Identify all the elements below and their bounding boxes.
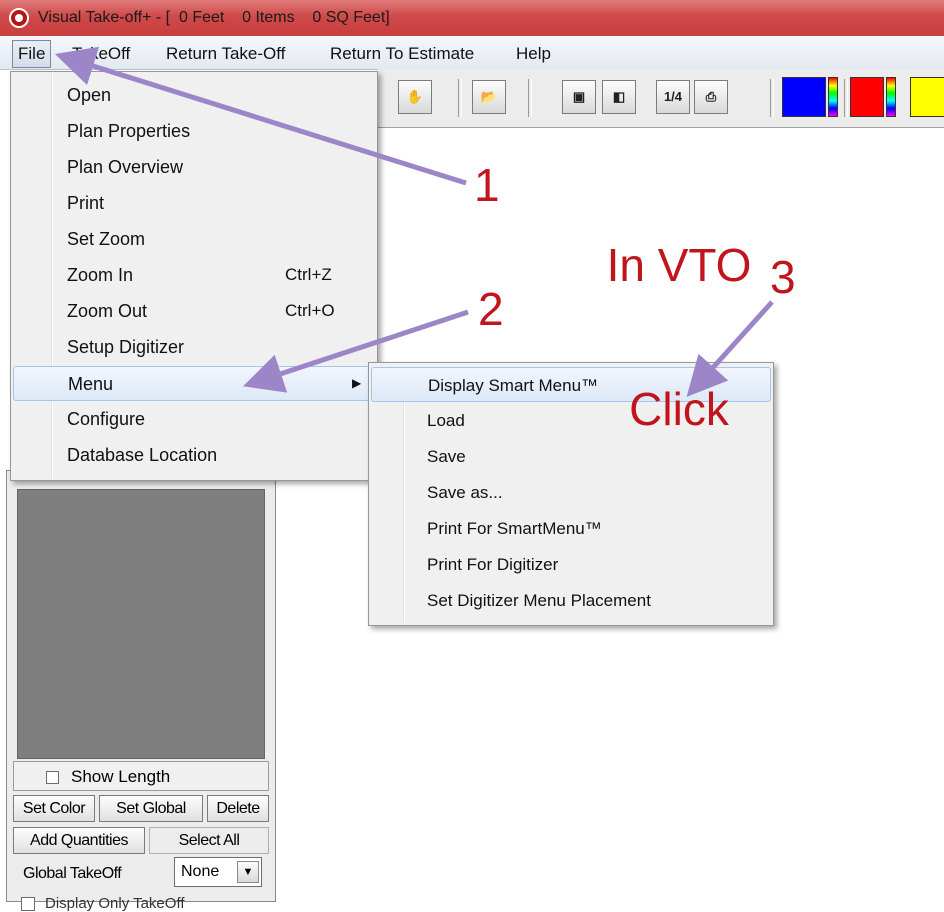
display-only-takeoff-checkbox[interactable] bbox=[21, 897, 35, 912]
menu-item-label: Print For Digitizer bbox=[427, 555, 559, 574]
menu-item-shortcut: Ctrl+Z bbox=[285, 265, 332, 284]
app-logo-icon bbox=[9, 8, 29, 28]
add-quantities-button[interactable]: Add Quantities bbox=[13, 827, 145, 854]
toolbar-separator bbox=[844, 79, 848, 117]
show-length-row: Show Length bbox=[13, 761, 269, 791]
blue-color-swatch[interactable] bbox=[782, 77, 826, 117]
scale-icon[interactable]: 1/4 bbox=[656, 80, 690, 114]
menu-item-label: Open bbox=[67, 85, 112, 105]
annotation-heading-line2: Click bbox=[629, 383, 729, 435]
menu-item-label: Save as... bbox=[427, 483, 503, 502]
menu-item-label: Print bbox=[67, 193, 105, 213]
delete-button[interactable]: Delete bbox=[207, 795, 269, 822]
color-picker-icon[interactable] bbox=[886, 77, 896, 117]
file-menu: Open Plan Properties Plan Overview Print… bbox=[10, 71, 378, 481]
submenu-item-set-digitizer-menu-placement[interactable]: Set Digitizer Menu Placement bbox=[371, 583, 771, 618]
toolbar-separator bbox=[528, 79, 532, 117]
annotation-heading-line1: In VTO bbox=[606, 239, 752, 291]
select-all-button[interactable]: Select All bbox=[149, 827, 269, 854]
color-picker-icon[interactable] bbox=[828, 77, 838, 117]
submenu-arrow-icon: ▶ bbox=[352, 376, 362, 390]
menu-item-label: Menu bbox=[68, 374, 114, 394]
file-menu-item-plan-properties[interactable]: Plan Properties bbox=[13, 114, 375, 149]
printer-icon[interactable]: ⎙ bbox=[694, 80, 728, 114]
menu-item-label: Plan Properties bbox=[67, 121, 191, 141]
annotation-step-3: 3 bbox=[770, 251, 796, 303]
menu-takeoff[interactable]: TakeOff bbox=[72, 44, 130, 64]
display-only-takeoff-row: Display Only TakeOff bbox=[21, 895, 185, 912]
menu-item-label: Display Smart Menu™ bbox=[428, 376, 599, 395]
takeoff-list[interactable] bbox=[17, 489, 265, 759]
file-menu-item-zoom-in[interactable]: Zoom In Ctrl+Z bbox=[13, 258, 375, 293]
scale-label: 1/4 bbox=[663, 89, 683, 104]
hand-icon[interactable]: ✋ bbox=[398, 80, 432, 114]
submenu-item-save-as[interactable]: Save as... bbox=[371, 475, 771, 510]
menu-item-label: Print For SmartMenu™ bbox=[427, 519, 602, 538]
menu-return-take-off[interactable]: Return Take-Off bbox=[166, 44, 285, 64]
submenu-item-print-for-smartmenu[interactable]: Print For SmartMenu™ bbox=[371, 511, 771, 546]
menu-item-shortcut: Ctrl+O bbox=[285, 301, 335, 320]
zoom-window-icon[interactable]: ◧ bbox=[602, 80, 636, 114]
file-menu-item-database-location[interactable]: Database Location bbox=[13, 438, 375, 473]
menu-return-to-estimate[interactable]: Return To Estimate bbox=[330, 44, 474, 64]
menu-item-label: Save bbox=[427, 447, 466, 466]
menu-help[interactable]: Help bbox=[516, 44, 551, 64]
set-global-button[interactable]: Set Global bbox=[99, 795, 203, 822]
menu-item-label: Zoom Out bbox=[67, 301, 148, 321]
file-menu-item-open[interactable]: Open bbox=[13, 78, 375, 113]
file-menu-item-plan-overview[interactable]: Plan Overview bbox=[13, 150, 375, 185]
annotation-step-1: 1 bbox=[474, 159, 500, 211]
annotation-step-2: 2 bbox=[478, 283, 504, 335]
menu-item-label: Setup Digitizer bbox=[67, 337, 185, 357]
menu-item-label: Configure bbox=[67, 409, 146, 429]
open-folder-icon[interactable]: 📂 bbox=[472, 80, 506, 114]
file-menu-item-zoom-out[interactable]: Zoom Out Ctrl+O bbox=[13, 294, 375, 329]
title-bar: Visual Take-off+ - [ 0 Feet 0 Items 0 SQ… bbox=[0, 0, 944, 37]
red-color-swatch[interactable] bbox=[850, 77, 884, 117]
toolbar-separator bbox=[770, 79, 774, 117]
menu-file[interactable]: File bbox=[12, 40, 52, 68]
chevron-down-icon[interactable]: ▼ bbox=[237, 861, 259, 883]
annotation-heading: In VTO Click bbox=[594, 150, 764, 478]
file-menu-item-set-zoom[interactable]: Set Zoom bbox=[13, 222, 375, 257]
menu-item-label: Database Location bbox=[67, 445, 218, 465]
menu-item-label: Plan Overview bbox=[67, 157, 184, 177]
toolbar-separator bbox=[458, 79, 462, 117]
window-title: Visual Take-off+ - [ 0 Feet 0 Items 0 SQ… bbox=[38, 9, 390, 26]
file-menu-item-print[interactable]: Print bbox=[13, 186, 375, 221]
global-takeoff-value: None bbox=[181, 863, 220, 880]
menu-item-label: Set Digitizer Menu Placement bbox=[427, 591, 651, 610]
takeoff-panel: Show Length Set Color Set Global Delete … bbox=[6, 470, 276, 912]
menu-item-label: Zoom In bbox=[67, 265, 134, 285]
global-takeoff-label: Global TakeOff bbox=[23, 865, 122, 882]
zoom-fit-icon[interactable]: ▣ bbox=[562, 80, 596, 114]
file-menu-item-configure[interactable]: Configure bbox=[13, 402, 375, 437]
menu-bar: File TakeOff Return Take-Off Return To E… bbox=[0, 36, 944, 70]
display-only-takeoff-label: Display Only TakeOff bbox=[45, 895, 185, 912]
show-length-label: Show Length bbox=[71, 767, 171, 786]
file-menu-item-setup-digitizer[interactable]: Setup Digitizer bbox=[13, 330, 375, 365]
toolbar: ✋ 📂 ▣ ◧ 1/4 ⎙ bbox=[378, 69, 944, 128]
menu-item-label: Load bbox=[427, 411, 465, 430]
submenu-item-print-for-digitizer[interactable]: Print For Digitizer bbox=[371, 547, 771, 582]
global-takeoff-select[interactable]: None ▼ bbox=[174, 857, 262, 887]
menu-item-label: Set Zoom bbox=[67, 229, 146, 249]
file-menu-item-menu[interactable]: Menu ▶ bbox=[13, 366, 375, 401]
yellow-color-swatch[interactable] bbox=[910, 77, 944, 117]
show-length-checkbox[interactable] bbox=[46, 771, 59, 784]
set-color-button[interactable]: Set Color bbox=[13, 795, 95, 822]
